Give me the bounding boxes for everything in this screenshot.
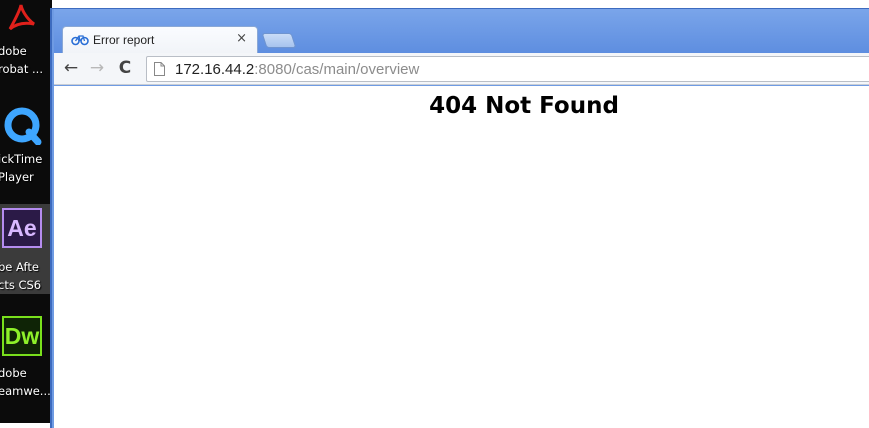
page-heading: 404 Not Found [429,93,619,119]
back-button[interactable]: ← [60,57,82,79]
url-path: :8080/cas/main/overview [254,61,420,78]
desktop-icon-label: ickTime Player [0,152,43,184]
after-effects-logo-icon: Ae [2,208,42,248]
desktop-icon-label: be Afte cts CS6 [0,260,42,292]
quicktime-logo-icon [4,107,42,145]
url-host: 172.16.44.2 [175,61,255,78]
desktop-icon-label: dobe robat ... [0,44,43,76]
desktop-icon-acrobat[interactable]: dobe robat ... [0,0,52,80]
tab-error-report[interactable]: Error report × [62,26,258,53]
reload-button[interactable]: C [114,57,136,79]
url-text[interactable]: 172.16.44.2:8080/cas/main/overview [175,61,419,78]
address-bar[interactable]: 172.16.44.2:8080/cas/main/overview [146,56,869,82]
site-favicon-icon [71,35,89,46]
tab-strip: Error report × [54,9,869,53]
page-icon [154,62,165,76]
browser-toolbar: ← → C 172.16.44.2:8080/cas/main/overview [54,53,869,85]
dreamweaver-logo-icon: Dw [2,316,42,356]
new-tab-button[interactable] [261,33,297,48]
page-content: 404 Not Found [54,86,869,428]
desktop-icon-strip: dobe robat ... ickTime Player Ae be Afte… [0,0,52,423]
acrobat-logo-icon [8,4,35,31]
desktop-icon-label: dobe eamwe... [0,366,51,398]
browser-window: Error report × ← → C 172.16.44.2:8080/ca… [50,8,869,428]
tab-close-icon[interactable]: × [236,31,247,46]
desktop-icon-quicktime[interactable]: ickTime Player [0,100,52,190]
forward-button[interactable]: → [86,57,108,79]
tab-title: Error report [93,33,155,47]
